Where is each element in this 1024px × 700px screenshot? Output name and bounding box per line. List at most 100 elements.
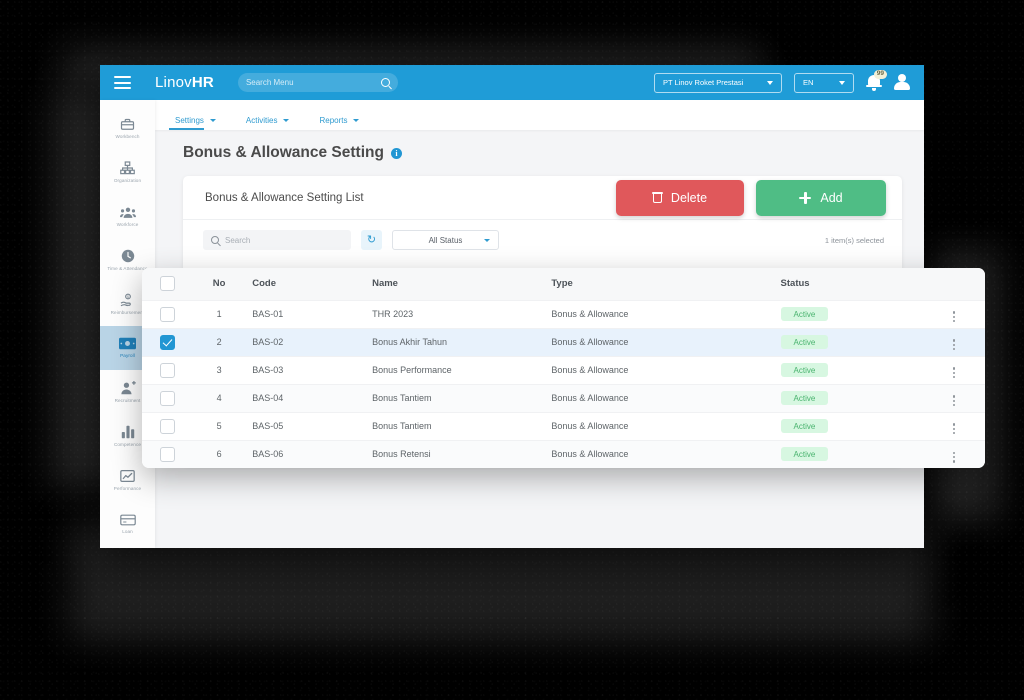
add-button[interactable]: Add	[756, 179, 886, 216]
chevron-down-icon	[353, 119, 360, 122]
kebab-menu-icon[interactable]	[952, 423, 955, 435]
refresh-icon[interactable]: ↻	[361, 230, 382, 250]
select-all-checkbox[interactable]	[160, 276, 175, 292]
status-badge: Active	[780, 419, 829, 433]
row-code: BAS-06	[248, 439, 369, 468]
sidebar-item-loan[interactable]: Loan	[100, 502, 155, 546]
bell-icon[interactable]: 99	[866, 70, 887, 91]
row-status-cell: Active	[776, 383, 923, 412]
row-status-cell: Active	[776, 439, 923, 468]
row-checkbox[interactable]	[160, 446, 175, 462]
table-header-type[interactable]: Type	[547, 268, 777, 300]
sidebar-item-label: Workbench	[115, 133, 140, 139]
chevron-down-icon	[839, 80, 845, 85]
clock-icon	[121, 249, 135, 263]
table-header-code[interactable]: Code	[248, 268, 369, 300]
sidebar-item-workforce[interactable]: Workforce	[100, 194, 155, 238]
tab-label: Activities	[245, 116, 278, 125]
tab-activities[interactable]: Activities	[246, 116, 290, 130]
brand-logo-light: Linov	[155, 74, 192, 91]
row-checkbox[interactable]	[160, 390, 175, 406]
row-name: Bonus Tantiem	[368, 383, 548, 412]
page-title-text: Bonus & Allowance Setting	[183, 144, 384, 161]
chevron-down-icon	[767, 80, 773, 85]
selected-count-label: 1 item(s) selected	[824, 235, 884, 245]
header-right-controls: PT Linov Roket Prestasi EN 99	[654, 70, 910, 93]
row-name: Bonus Tantiem	[368, 411, 548, 440]
kebab-menu-icon[interactable]	[952, 311, 955, 323]
table-header-name[interactable]: Name	[368, 268, 548, 300]
row-no: 4	[189, 383, 249, 412]
hamburger-icon[interactable]	[114, 76, 131, 89]
user-avatar-icon[interactable]	[894, 74, 910, 91]
row-actions-cell	[922, 327, 985, 356]
kebab-menu-icon[interactable]	[952, 451, 955, 463]
row-checkbox[interactable]	[160, 362, 175, 378]
row-checkbox[interactable]	[160, 306, 175, 322]
bonus-allowance-table: No Code Name Type Status 1 BAS-01 THR 20…	[142, 268, 985, 468]
brand-logo[interactable]: LinovHR	[155, 74, 214, 91]
row-checkbox[interactable]	[160, 418, 175, 434]
info-icon[interactable]: i	[390, 147, 402, 159]
table-row[interactable]: 2 BAS-02 Bonus Akhir Tahun Bonus & Allow…	[142, 327, 985, 356]
row-name: Bonus Performance	[368, 355, 548, 384]
row-name: Bonus Akhir Tahun	[368, 327, 548, 356]
row-status-cell: Active	[776, 327, 923, 356]
kebab-menu-icon[interactable]	[952, 395, 955, 407]
status-badge: Active	[780, 307, 829, 321]
table-row[interactable]: 3 BAS-03 Bonus Performance Bonus & Allow…	[142, 355, 985, 384]
table-row[interactable]: 5 BAS-05 Bonus Tantiem Bonus & Allowance…	[142, 411, 985, 440]
row-select-cell	[142, 383, 190, 412]
row-type: Bonus & Allowance	[547, 383, 777, 412]
search-box[interactable]	[203, 230, 351, 250]
chevron-down-icon	[283, 119, 290, 122]
status-filter-select[interactable]: All Status	[392, 230, 499, 250]
table-row[interactable]: 1 BAS-01 THR 2023 Bonus & Allowance Acti…	[142, 299, 985, 328]
page-title: Bonus & Allowance Setting i	[183, 144, 902, 162]
screenshot-stage: LinovHR PT Linov Roket Prestasi EN 99	[0, 0, 1024, 700]
sub-nav-tabs: Settings Activities Reports	[155, 100, 924, 130]
card-title: Bonus & Allowance Setting List	[205, 191, 364, 204]
search-input[interactable]	[225, 235, 343, 245]
card-header-actions: Delete Add	[616, 179, 886, 216]
header-search-box[interactable]	[237, 73, 398, 92]
kebab-menu-icon[interactable]	[952, 339, 955, 351]
sidebar-item-workbench[interactable]: Workbench	[100, 106, 155, 150]
row-status-cell: Active	[776, 299, 923, 328]
chevron-down-icon	[209, 119, 216, 122]
tab-reports[interactable]: Reports	[319, 116, 360, 130]
row-actions-cell	[922, 439, 985, 468]
chevron-down-icon	[484, 238, 490, 242]
sidebar-item-organization[interactable]: Organization	[100, 150, 155, 194]
sidebar-item-label: Workforce	[116, 221, 139, 227]
table-header-status[interactable]: Status	[776, 268, 923, 300]
search-icon	[211, 236, 219, 244]
search-icon[interactable]	[380, 78, 390, 87]
header-search-input[interactable]	[245, 78, 381, 87]
delete-button[interactable]: Delete	[616, 179, 744, 216]
status-badge: Active	[780, 363, 829, 377]
tab-label: Settings	[175, 116, 204, 125]
row-actions-cell	[922, 355, 985, 384]
company-selector-label: PT Linov Roket Prestasi	[663, 78, 744, 87]
table-header-no[interactable]: No	[189, 268, 249, 300]
table-header-row: No Code Name Type Status	[142, 268, 985, 300]
credit-card-icon	[119, 514, 136, 526]
tab-label: Reports	[319, 116, 348, 125]
language-selector[interactable]: EN	[794, 72, 854, 93]
company-selector[interactable]: PT Linov Roket Prestasi	[654, 72, 782, 93]
sidebar-item-label: Organization	[113, 177, 142, 183]
status-filter-label: All Status	[428, 235, 463, 245]
row-actions-cell	[922, 411, 985, 440]
table-row[interactable]: 4 BAS-04 Bonus Tantiem Bonus & Allowance…	[142, 383, 985, 412]
filter-toolbar: ↻ All Status 1 item(s) selected	[183, 220, 902, 250]
brand-logo-bold: HR	[191, 74, 214, 91]
row-no: 5	[189, 411, 249, 440]
org-chart-icon	[120, 161, 135, 175]
row-code: BAS-01	[248, 299, 369, 328]
hand-money-icon: $	[120, 293, 136, 307]
kebab-menu-icon[interactable]	[952, 367, 955, 379]
table-row[interactable]: 6 BAS-06 Bonus Retensi Bonus & Allowance…	[142, 439, 985, 468]
tab-settings[interactable]: Settings	[169, 116, 216, 130]
row-checkbox[interactable]	[160, 334, 175, 350]
